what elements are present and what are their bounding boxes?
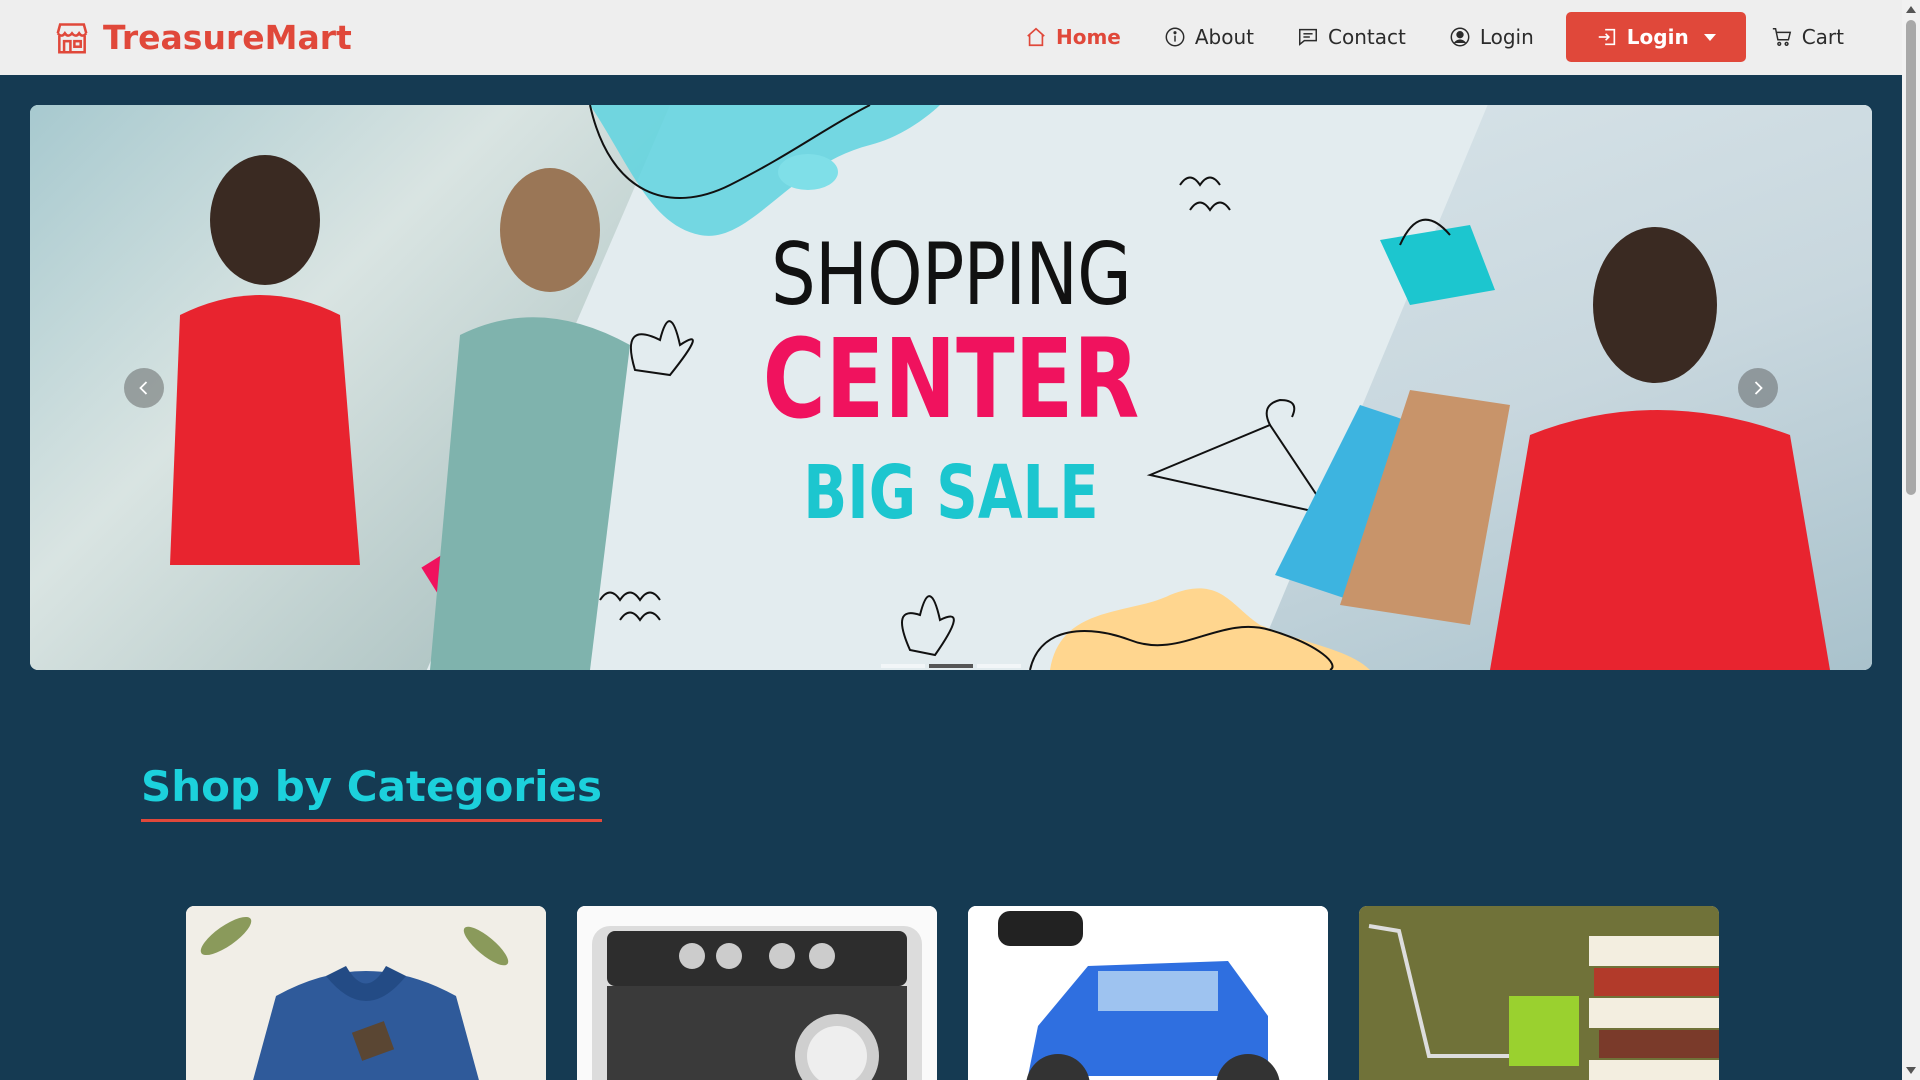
scrollbar-thumb[interactable] xyxy=(1906,20,1916,495)
sign-in-icon xyxy=(1598,28,1615,46)
carousel-indicator[interactable] xyxy=(881,664,925,668)
shirt-image xyxy=(186,906,546,1080)
home-icon xyxy=(1027,27,1045,47)
category-cards xyxy=(186,906,1719,1080)
chat-icon xyxy=(1299,28,1317,46)
nav-home[interactable]: Home xyxy=(1025,25,1121,49)
category-card-appliances[interactable] xyxy=(577,906,937,1080)
nav-links: Home About Contact Login Login Cart xyxy=(982,12,1844,62)
washing-machine-image xyxy=(577,906,937,1080)
navbar: TreasureMart Home About Contact Login Lo… xyxy=(0,0,1902,75)
hero-line-center: CENTER xyxy=(762,315,1140,443)
carousel-next-button[interactable] xyxy=(1738,368,1778,408)
carousel-prev-button[interactable] xyxy=(124,368,164,408)
user-circle-icon xyxy=(1450,27,1470,47)
chevron-right-icon xyxy=(1754,381,1763,395)
section-title: Shop by Categories xyxy=(141,762,602,822)
books-cart-image xyxy=(1359,906,1719,1080)
login-dropdown-button[interactable]: Login xyxy=(1565,12,1746,62)
category-card-toys[interactable] xyxy=(968,906,1328,1080)
category-card-clothing[interactable] xyxy=(186,906,546,1080)
cart-icon xyxy=(1772,28,1791,46)
nav-login[interactable]: Login xyxy=(1449,25,1534,49)
nav-login-label: Login xyxy=(1479,25,1534,49)
store-icon xyxy=(56,22,88,54)
scroll-up-icon[interactable] xyxy=(1906,6,1916,13)
info-circle-icon xyxy=(1165,27,1185,47)
hero-line-shopping: SHOPPING xyxy=(770,225,1132,325)
nav-about-label: About xyxy=(1194,25,1255,49)
nav-contact-label: Contact xyxy=(1328,25,1406,49)
hero-carousel: SHOPPING CENTER BIG SALE xyxy=(30,105,1872,670)
caret-down-icon xyxy=(1703,33,1716,41)
login-dropdown-label: Login xyxy=(1626,25,1689,49)
rc-car-image xyxy=(968,906,1328,1080)
brand-name: TreasureMart xyxy=(103,18,352,57)
chevron-left-icon xyxy=(139,381,148,395)
nav-about[interactable]: About xyxy=(1164,25,1254,49)
nav-home-label: Home xyxy=(1055,25,1121,49)
hero-line-sale: BIG SALE xyxy=(803,450,1099,536)
category-card-books[interactable] xyxy=(1359,906,1719,1080)
nav-contact[interactable]: Contact xyxy=(1297,25,1406,49)
carousel-indicators xyxy=(30,664,1872,668)
page-scrollbar[interactable] xyxy=(1902,0,1920,1080)
nav-cart-label: Cart xyxy=(1801,25,1844,49)
carousel-indicator[interactable] xyxy=(977,664,1021,668)
brand-logo[interactable]: TreasureMart xyxy=(53,18,352,57)
carousel-indicator[interactable] xyxy=(929,664,973,668)
scroll-down-icon[interactable] xyxy=(1906,1067,1916,1074)
nav-cart[interactable]: Cart xyxy=(1771,25,1844,49)
